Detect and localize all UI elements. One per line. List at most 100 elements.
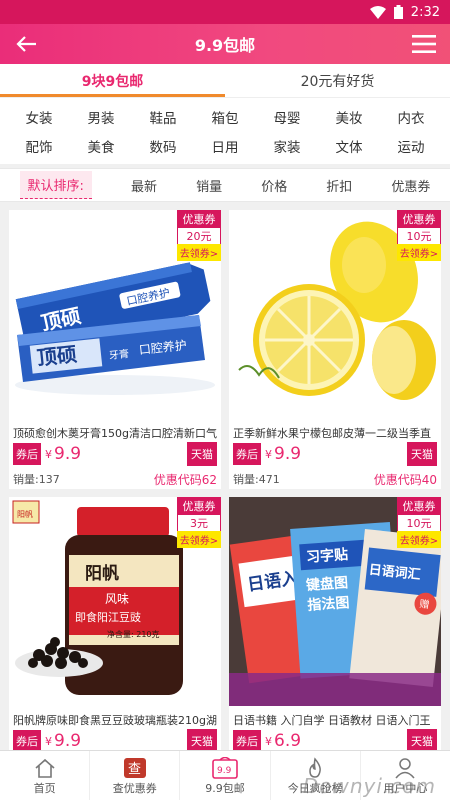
sort-sales[interactable]: 销量 <box>196 176 222 195</box>
jar-weight: 净含量: 210克 <box>107 629 160 639</box>
product-name[interactable]: 顶硕愈创木薁牙膏150g清洁口腔清新口气 <box>9 419 221 439</box>
coupon-amount: 10元 <box>397 228 441 244</box>
product-price: 9.9 <box>54 731 82 751</box>
sort-discount[interactable]: 折扣 <box>326 176 352 195</box>
price-row: 券后 ¥ 6.9 天猫 <box>229 726 441 753</box>
price-row: 券后 ¥ 9.9 天猫 <box>9 726 221 753</box>
category-men[interactable]: 男装 <box>74 107 128 127</box>
coupon-badge[interactable]: 优惠券 3元 去领券> <box>177 497 221 548</box>
category-shoes[interactable]: 鞋品 <box>136 107 190 127</box>
category-row-2: 配饰 美食 数码 日用 家装 文体 运动 <box>12 131 438 160</box>
coupon-badge[interactable]: 优惠券 10元 去领券> <box>397 497 441 548</box>
category-makeup[interactable]: 美妆 <box>322 107 376 127</box>
nav-coupons-label: 查优惠券 <box>112 781 157 795</box>
coupon-search-icon-text: 查 <box>128 762 141 777</box>
nav-9-9[interactable]: 9.9 9.9包邮 <box>180 751 271 800</box>
product-card[interactable]: 优惠券 3元 去领券> 阳帆 阳帆 风味 即食阳江豆豉 净含量: 210克 阳帆… <box>9 497 221 753</box>
back-arrow-icon <box>16 36 36 52</box>
coupon-badge[interactable]: 优惠券 20元 去领券> <box>177 210 221 261</box>
battery-icon <box>393 5 403 19</box>
status-bar: 2:32 <box>0 0 450 24</box>
get-coupon-link[interactable]: 去领券> <box>177 244 221 261</box>
top-tabs: 9块9包邮 20元有好货 <box>0 64 450 98</box>
product-name[interactable]: 正季新鲜水果宁檬包邮皮薄一二级当季直 <box>229 419 441 439</box>
product-name[interactable]: 日语书籍 入门自学 日语教材 日语入门王 <box>229 706 441 726</box>
price-row: 券后 ¥ 9.9 天猫 <box>9 439 221 466</box>
category-women[interactable]: 女装 <box>12 107 66 127</box>
tab-9-9[interactable]: 9块9包邮 <box>0 64 225 97</box>
get-coupon-link[interactable]: 去领券> <box>397 244 441 261</box>
tmall-badge: 天猫 <box>407 442 437 466</box>
sort-coupon[interactable]: 优惠券 <box>391 176 430 195</box>
wifi-icon <box>369 5 386 19</box>
nine-nine-icon: 9.9 <box>212 756 238 779</box>
category-grid: 女装 男装 鞋品 箱包 母婴 美妆 内衣 配饰 美食 数码 日用 家装 文体 运… <box>0 98 450 164</box>
coupon-code[interactable]: 优惠代码40 <box>374 471 437 487</box>
after-coupon-tag: 券后 <box>13 730 41 752</box>
after-coupon-tag: 券后 <box>233 730 261 752</box>
coupon-search-icon: 查 <box>123 757 146 778</box>
coupon-title: 优惠券 <box>397 497 441 515</box>
coupon-amount: 10元 <box>397 515 441 531</box>
nav-coupons[interactable]: 查 查优惠券 <box>90 751 181 800</box>
nine-nine-icon-text: 9.9 <box>217 766 232 776</box>
watermark: Downyi.com <box>302 774 436 798</box>
nav-9-9-label: 9.9包邮 <box>205 781 245 795</box>
currency-symbol: ¥ <box>45 447 52 461</box>
product-card[interactable]: 优惠券 10元 去领券> 日语入门 习字贴 键盘图 指法图 日语词汇 赠 日语书… <box>229 497 441 753</box>
coupon-title: 优惠券 <box>397 210 441 228</box>
brand-logo-text: 阳帆 <box>17 509 33 519</box>
currency-symbol: ¥ <box>265 447 272 461</box>
meta-row: 销量:137 优惠代码62 <box>9 465 221 489</box>
category-daily[interactable]: 日用 <box>198 136 252 156</box>
hamburger-icon <box>411 35 436 53</box>
sort-price[interactable]: 价格 <box>261 176 287 195</box>
menu-button[interactable] <box>410 30 438 58</box>
category-stationery[interactable]: 文体 <box>322 136 376 156</box>
back-button[interactable] <box>12 30 40 58</box>
category-row-1: 女装 男装 鞋品 箱包 母婴 美妆 内衣 <box>12 102 438 131</box>
category-baby[interactable]: 母婴 <box>260 107 314 127</box>
meta-row: 销量:471 优惠代码40 <box>229 465 441 489</box>
category-bags[interactable]: 箱包 <box>198 107 252 127</box>
product-card[interactable]: 优惠券 10元 去领券> 正季新鲜水果宁檬包邮皮薄一二级当季直 券后 ¥ 9.9… <box>229 210 441 489</box>
status-time: 2:32 <box>410 4 440 20</box>
category-underwear[interactable]: 内衣 <box>384 107 438 127</box>
currency-symbol: ¥ <box>45 734 52 748</box>
coupon-code[interactable]: 优惠代码62 <box>154 471 217 487</box>
product-grid: 优惠券 20元 去领券> 顶硕 口腔养护 顶硕 口腔养护 牙膏 顶硕愈创木薁牙膏… <box>0 202 450 753</box>
nav-home[interactable]: 首页 <box>0 751 91 800</box>
currency-symbol: ¥ <box>265 734 272 748</box>
category-accessories[interactable]: 配饰 <box>12 136 66 156</box>
book-title-5: 指法图 <box>307 594 350 614</box>
coupon-amount: 3元 <box>177 515 221 531</box>
category-sports[interactable]: 运动 <box>384 136 438 156</box>
toothpaste-brand-2: 顶硕 <box>36 342 78 370</box>
home-icon <box>35 758 55 778</box>
product-name[interactable]: 阳帆牌原味即食黑豆豆豉玻璃瓶装210g湖 <box>9 706 221 726</box>
book-title-4: 键盘图 <box>305 574 349 594</box>
title-bar: 9.9包邮 <box>0 24 450 64</box>
tab-20-yuan[interactable]: 20元有好货 <box>225 64 450 97</box>
sales-count: 销量:471 <box>233 473 280 486</box>
coupon-amount: 20元 <box>177 228 221 244</box>
get-coupon-link[interactable]: 去领券> <box>177 531 221 548</box>
coupon-title: 优惠券 <box>177 497 221 515</box>
sales-count: 销量:137 <box>13 473 60 486</box>
book-gift-badge: 赠 <box>419 597 430 611</box>
product-price: 9.9 <box>274 444 302 464</box>
category-home[interactable]: 家装 <box>260 136 314 156</box>
product-price: 9.9 <box>54 444 82 464</box>
category-digital[interactable]: 数码 <box>136 136 190 156</box>
tmall-badge: 天猫 <box>187 442 217 466</box>
price-row: 券后 ¥ 9.9 天猫 <box>229 439 441 466</box>
product-card[interactable]: 优惠券 20元 去领券> 顶硕 口腔养护 顶硕 口腔养护 牙膏 顶硕愈创木薁牙膏… <box>9 210 221 489</box>
coupon-title: 优惠券 <box>177 210 221 228</box>
category-food[interactable]: 美食 <box>74 136 128 156</box>
page-title: 9.9包邮 <box>194 36 256 55</box>
sort-default[interactable]: 默认排序: <box>19 171 92 199</box>
jar-flavor: 风味 <box>105 592 129 606</box>
coupon-badge[interactable]: 优惠券 10元 去领券> <box>397 210 441 261</box>
get-coupon-link[interactable]: 去领券> <box>397 531 441 548</box>
sort-newest[interactable]: 最新 <box>131 176 157 195</box>
